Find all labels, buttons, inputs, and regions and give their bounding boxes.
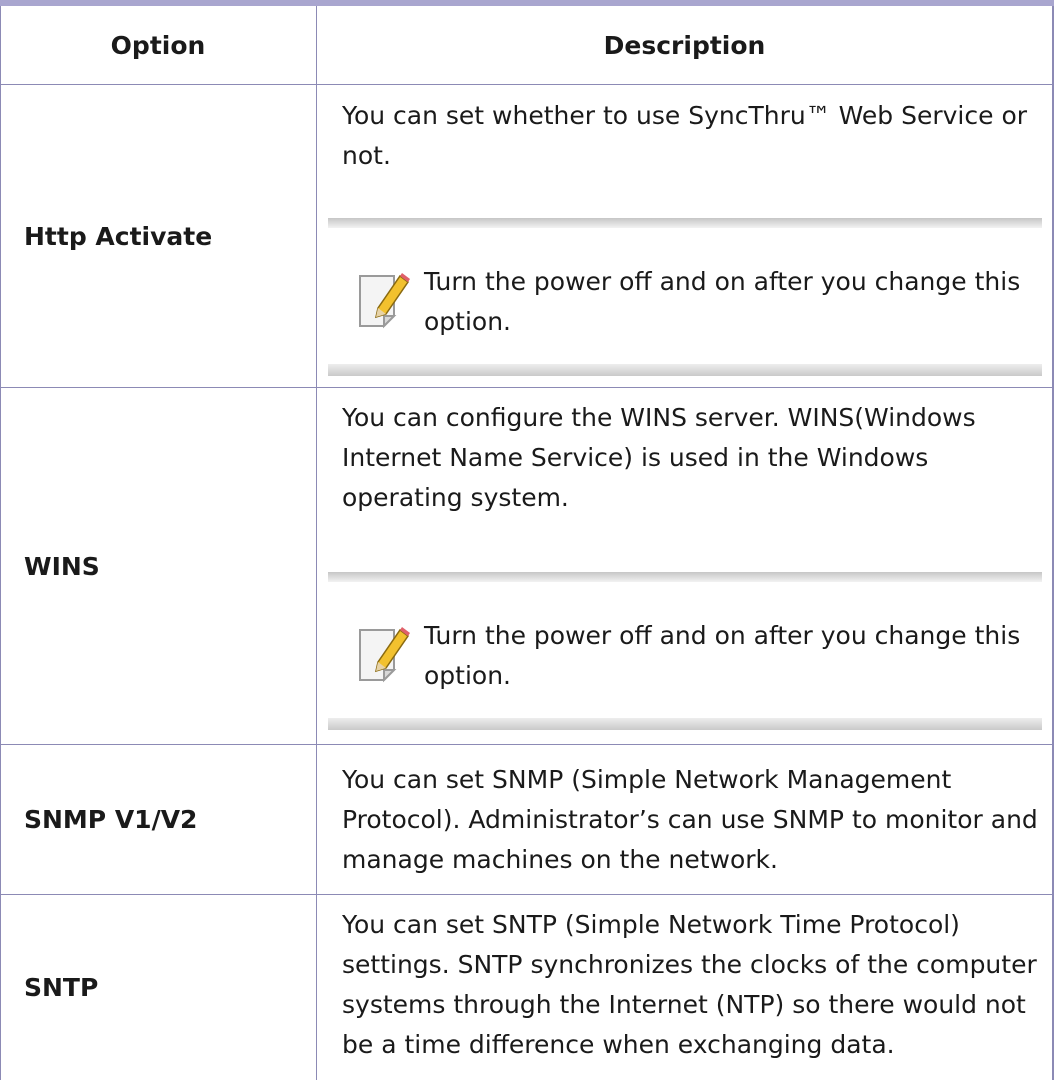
note-pencil-icon — [359, 273, 410, 329]
note-text: Turn the power off and on after you chan… — [424, 621, 1021, 690]
option-description: You can configure the WINS server. WINS(… — [342, 403, 976, 512]
option-name: Http Activate — [24, 221, 213, 251]
option-name: WINS — [24, 551, 100, 581]
note-box: Turn the power off and on after you chan… — [328, 572, 1042, 730]
option-name: SNTP — [24, 973, 99, 1002]
note-text: Turn the power off and on after you chan… — [424, 267, 1021, 336]
note-pencil-icon — [359, 627, 410, 683]
column-divider — [316, 6, 317, 1080]
header-description: Description — [603, 30, 766, 60]
note-box: Turn the power off and on after you chan… — [328, 218, 1042, 376]
option-description: You can set whether to use SyncThru™ Web… — [342, 101, 1028, 170]
option-description: You can set SNMP (Simple Network Managem… — [342, 765, 1038, 874]
option-name: SNMP V1/V2 — [24, 805, 198, 834]
table-border-left — [0, 6, 1, 1080]
header-option: Option — [110, 30, 206, 60]
option-description: You can set SNTP (Simple Network Time Pr… — [342, 910, 1037, 1059]
